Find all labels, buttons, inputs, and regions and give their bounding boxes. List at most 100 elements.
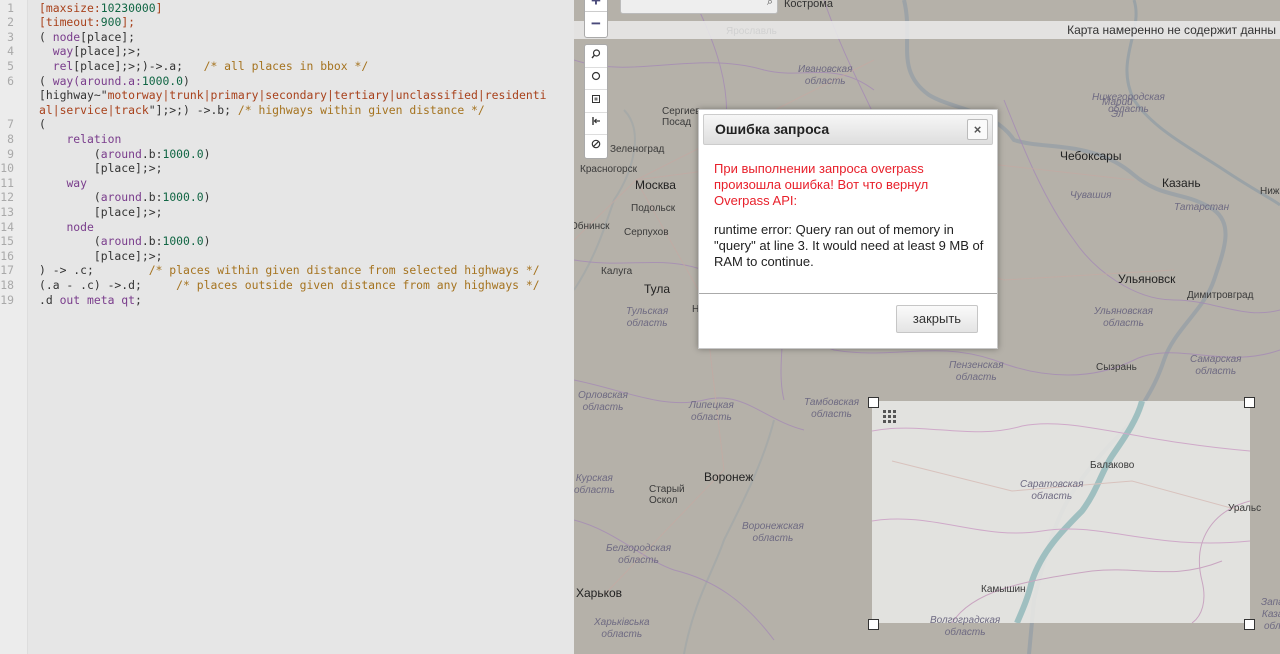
map-label: Зеленоград bbox=[610, 144, 665, 155]
map-label: Воронеж bbox=[704, 470, 754, 484]
zoom-in-button[interactable]: + bbox=[585, 0, 607, 12]
clear-icon[interactable] bbox=[585, 135, 607, 157]
line-content: [highway~"motorway|trunk|primary|seconda… bbox=[39, 88, 546, 103]
map-label: Чебоксары bbox=[1060, 149, 1122, 163]
code-token: .b: bbox=[141, 146, 163, 161]
map-label: Орловская область bbox=[578, 390, 628, 413]
code-token: relation bbox=[66, 131, 122, 146]
zoom-out-button[interactable]: − bbox=[585, 14, 607, 34]
code-token: [place]; bbox=[80, 29, 136, 44]
bbox-handle-sw[interactable] bbox=[868, 619, 879, 630]
code-line[interactable]: 8 relation bbox=[0, 132, 574, 147]
line-number: 14 bbox=[0, 219, 14, 234]
code-token: ] bbox=[155, 0, 163, 15]
code-line[interactable]: 1 [maxsize:10230000] bbox=[0, 1, 574, 16]
line-content: [maxsize:10230000] bbox=[39, 1, 162, 16]
code-line[interactable]: 7( bbox=[0, 117, 574, 132]
code-token: 1000.0 bbox=[162, 234, 204, 249]
code-token: rel bbox=[52, 58, 74, 73]
line-content: (around.b:1000.0) bbox=[39, 146, 211, 162]
code-line[interactable]: 3 ( node[place]; bbox=[0, 30, 574, 45]
code-token: /* all places in bbox */ bbox=[203, 58, 369, 73]
code-line[interactable]: 15 (around.b:1000.0) bbox=[0, 234, 574, 249]
line-content: al|service|track"];>;) ->.b; /* highways… bbox=[39, 103, 485, 118]
code-token: ( bbox=[39, 73, 53, 88]
code-token: 1000.0 bbox=[162, 146, 204, 161]
code-line[interactable]: 11 way bbox=[0, 176, 574, 191]
map-label: Димитровград bbox=[1187, 290, 1254, 301]
map-search-input[interactable]: ⌕ bbox=[620, 0, 778, 14]
code-token: [place];>;)->.a; bbox=[73, 58, 204, 73]
code-line[interactable]: 9 (around.b:1000.0) bbox=[0, 147, 574, 162]
bbox-icon[interactable] bbox=[585, 90, 607, 113]
line-content: way bbox=[39, 176, 87, 191]
line-content: (.a - .c) ->.d; /* places outside given … bbox=[39, 278, 540, 293]
code-token: node bbox=[66, 219, 94, 234]
code-line[interactable]: 6 ( way(around.a:1000.0) bbox=[0, 74, 574, 89]
code-line[interactable]: 4 way[place];>; bbox=[0, 44, 574, 59]
code-token: ( bbox=[39, 117, 46, 132]
code-line[interactable]: 16 [place];>; bbox=[0, 249, 574, 264]
map-label: Ивановская область bbox=[798, 64, 853, 87]
line-number: 5 bbox=[7, 58, 14, 73]
line-content: [timeout:900]; bbox=[39, 15, 135, 30]
code-token: around bbox=[100, 190, 142, 205]
map-label: Старый Оскол bbox=[649, 484, 685, 506]
code-token: out meta qt bbox=[59, 292, 136, 307]
code-line[interactable]: 18 (.a - .c) ->.d; /* places outside give… bbox=[0, 278, 574, 293]
code-token: ) bbox=[203, 146, 211, 161]
search-icon[interactable] bbox=[585, 45, 607, 68]
code-line[interactable]: 13 [place];>; bbox=[0, 205, 574, 220]
bbox-move-grip-icon[interactable] bbox=[883, 410, 897, 424]
map-label: Ниж bbox=[1260, 186, 1280, 197]
line-content: relation bbox=[39, 132, 121, 147]
map-label: Марий Эл bbox=[1102, 97, 1133, 120]
code-line[interactable]: 14 node bbox=[0, 220, 574, 235]
line-number: 15 bbox=[0, 234, 14, 249]
code-line[interactable]: 17) -> .c; /* places within given distan… bbox=[0, 263, 574, 278]
code-token: ( bbox=[39, 146, 101, 161]
close-button[interactable]: закрыть bbox=[896, 305, 978, 333]
code-token: /* places within given distance from sel… bbox=[148, 263, 540, 278]
close-icon[interactable]: × bbox=[967, 119, 988, 140]
code-token: [highway~" bbox=[39, 88, 108, 103]
line-number: 19 bbox=[0, 292, 14, 307]
line-number: 10 bbox=[0, 161, 14, 176]
line-content: ( node[place]; bbox=[39, 30, 135, 45]
code-line[interactable]: 10 [place];>; bbox=[0, 161, 574, 176]
bbox-handle-ne[interactable] bbox=[1244, 397, 1255, 408]
bbox-handle-nw[interactable] bbox=[868, 397, 879, 408]
map-tools bbox=[584, 44, 608, 159]
code-line[interactable]: 19 .d out meta qt; bbox=[0, 293, 574, 308]
zoom-control: + − bbox=[584, 0, 608, 38]
line-content: ) -> .c; /* places within given distance… bbox=[39, 263, 540, 278]
map-label: Чувашия bbox=[1070, 190, 1112, 201]
line-number: 2 bbox=[7, 15, 14, 30]
code-token: motorway|trunk|primary|secondary|tertiar… bbox=[107, 88, 547, 103]
code-token: ]; bbox=[121, 15, 136, 30]
circle-icon[interactable] bbox=[585, 67, 607, 90]
code-token: ; bbox=[135, 292, 142, 307]
line-content: rel[place];>;)->.a; /* all places in bbo… bbox=[39, 59, 368, 74]
code-token: ) bbox=[203, 190, 211, 205]
map-label: Липецкая область bbox=[689, 400, 734, 423]
code-line[interactable]: 5 rel[place];>;)->.a; /* all places in b… bbox=[0, 59, 574, 74]
code-token: ) -> .c; bbox=[39, 263, 149, 278]
query-editor[interactable]: 1 [maxsize:10230000] 2 [timeout:900]; 3 ( nod… bbox=[0, 0, 574, 654]
line-number: 4 bbox=[7, 44, 14, 59]
code-line[interactable]: al|service|track"];>;) ->.b; /* highways… bbox=[0, 103, 574, 118]
code-line[interactable]: 12 (around.b:1000.0) bbox=[0, 190, 574, 205]
map-label: Серпухов bbox=[624, 227, 669, 238]
bbox-selection[interactable]: Балаково Саратовская область Уральс Камы… bbox=[872, 401, 1261, 638]
map-label: Тамбовская область bbox=[804, 397, 860, 420]
map-label: Сергиев Посад bbox=[662, 106, 701, 128]
code-line[interactable]: [highway~"motorway|trunk|primary|seconda… bbox=[0, 88, 574, 103]
line-number: 9 bbox=[7, 146, 14, 161]
bbox-handle-se[interactable] bbox=[1244, 619, 1255, 630]
code-line[interactable]: 2 [timeout:900]; bbox=[0, 15, 574, 30]
first-icon[interactable] bbox=[585, 112, 607, 135]
